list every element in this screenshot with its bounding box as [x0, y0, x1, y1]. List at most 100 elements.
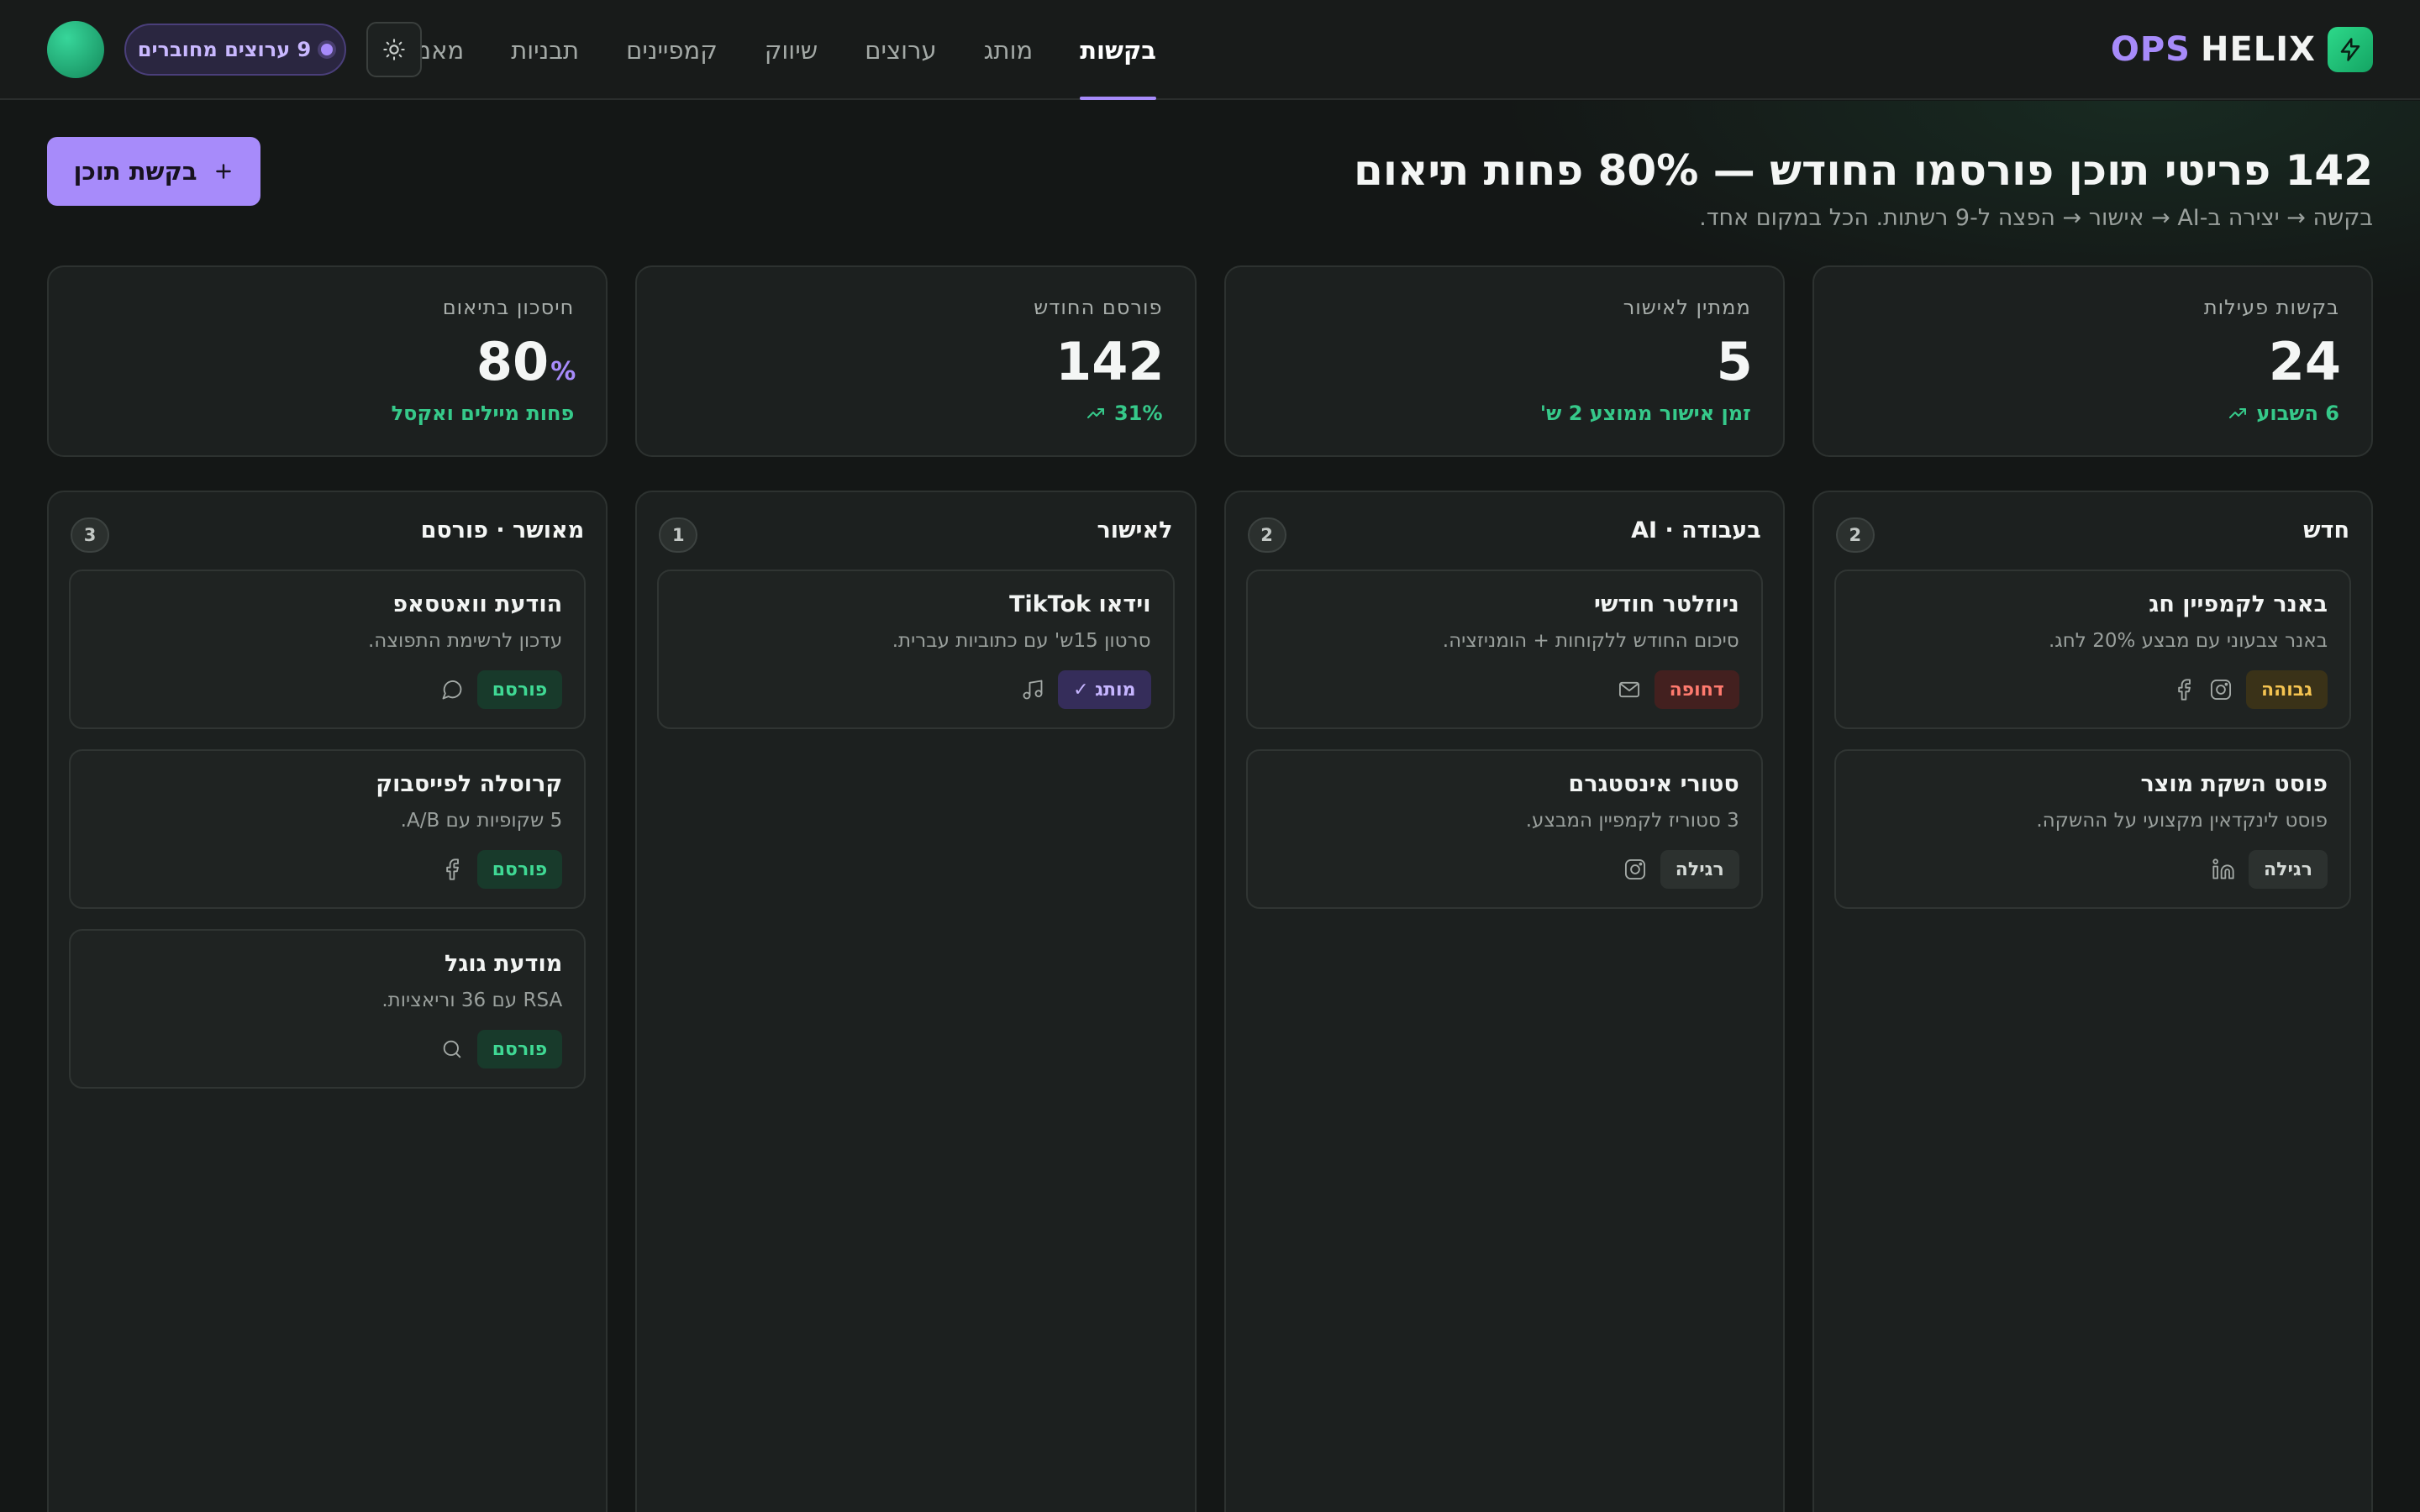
lightning-icon — [2328, 27, 2373, 72]
stat-label: פורסם החודש — [1034, 296, 1163, 319]
card-description: עדכון לרשימת התפוצה. — [367, 630, 563, 652]
kanban-column: לאישור 1 וידאו TikTok סרטון 15ש' עם כתוביות… — [635, 491, 1197, 1512]
column-header: חדש 2 — [1835, 517, 2349, 554]
request-card[interactable]: וידאו TikTok סרטון 15ש' עם כתוביות עברית.… — [657, 570, 1175, 729]
column-count-badge: 1 — [659, 517, 698, 553]
nav-item[interactable]: שיווק — [765, 0, 818, 100]
instagram-icon — [2209, 678, 2233, 701]
status-badge: מותג ✓ — [1058, 670, 1151, 709]
stats-row: בקשות פעילות 24 6 השבוע ממתין לאישור 5 זמן אי… — [47, 265, 2373, 457]
request-card[interactable]: הודעת וואטסאפ עדכון לרשימת התפוצה. פורסם — [69, 570, 587, 729]
card-footer: רגילה — [1623, 850, 1739, 889]
column-header: בעבודה · AI 2 — [1247, 517, 1761, 554]
brand-accent: OPS — [2110, 30, 2191, 69]
status-badge: פורסם — [476, 1030, 563, 1068]
stat-note-text: 31% — [1114, 402, 1163, 425]
request-content-button[interactable]: בקשת תוכן — [47, 137, 260, 206]
nav-item[interactable]: קמפיינים — [626, 0, 718, 100]
stat-number: 142 — [1055, 331, 1165, 392]
page-subtitle: בקשה → יצירה ב-AI → אישור → הפצה ל-9 רשת… — [1699, 205, 2373, 231]
card-description: סיכום החודש ללקוחות + הומניזציה. — [1442, 630, 1739, 652]
column-header: מאושר · פורסם 3 — [71, 517, 584, 554]
request-card[interactable]: קרוסלה לפייסבוק 5 שקופיות עם A/B. פורסם — [69, 749, 587, 909]
main-nav: בקשות מותג ערוצים שיווק קמפיינים תבניות מאמן — [408, 0, 1156, 100]
plus-icon — [213, 160, 234, 182]
card-title: באנר לקמפיין חג — [2149, 591, 2328, 617]
brand-wordmark: OPS HELIX — [2111, 30, 2316, 69]
status-badge: רגילה — [2249, 850, 2328, 889]
mail-icon — [1618, 678, 1641, 701]
kanban-column: בעבודה · AI 2 ניוזלטר חודשי סיכום החודש ללק… — [1223, 491, 1785, 1512]
stat-number: 5 — [1716, 331, 1753, 392]
connected-channels-pill[interactable]: 9 ערוצים מחוברים — [124, 24, 346, 76]
request-card[interactable]: מודעת גוגל RSA עם 36 וריאציות. פורסם — [69, 929, 587, 1089]
kanban-column: מאושר · פורסם 3 הודעת וואטסאפ עדכון לרשימת … — [47, 491, 608, 1512]
theme-toggle-button[interactable] — [366, 22, 422, 77]
column-title: מאושר · פורסם — [420, 517, 585, 543]
card-description: RSA עם 36 וריאציות. — [381, 990, 563, 1011]
stat-number: 80 — [476, 331, 550, 392]
card-footer: פורסם — [440, 850, 563, 889]
nav-item[interactable]: בקשות — [1080, 0, 1156, 100]
stat-note: פחות מיילים ואקסל — [392, 402, 575, 425]
card-list: הודעת וואטסאפ עדכון לרשימת התפוצה. פורסם קר… — [69, 570, 587, 1089]
request-card[interactable]: באנר לקמפיין חג באנר צבעוני עם מבצע 20% ל… — [1833, 570, 2351, 729]
column-count-badge: 3 — [71, 517, 109, 553]
facebook-icon — [2172, 678, 2196, 701]
stat-label: ממתין לאישור — [1623, 296, 1751, 319]
kanban-column: חדש 2 באנר לקמפיין חג באנר צבעוני עם מבצע 2… — [1812, 491, 2373, 1512]
avatar[interactable] — [47, 21, 104, 78]
status-badge: פורסם — [476, 670, 563, 709]
stat-note-text: 6 השבוע — [2256, 402, 2339, 425]
card-list: וידאו TikTok סרטון 15ש' עם כתוביות עברית.… — [657, 570, 1175, 729]
card-title: מודעת גוגל — [445, 951, 563, 977]
top-bar: OPS HELIX בקשות מותג ערוצים שיווק קמפיינים תב… — [0, 0, 2420, 100]
status-badge: פורסם — [476, 850, 563, 889]
stat-card: חיסכון בתיאום 80% פחות מיילים ואקסל — [47, 265, 608, 457]
stat-card: פורסם החודש 142 31% — [635, 265, 1197, 457]
music-note-icon — [1021, 678, 1044, 701]
card-footer: דחופה — [1618, 670, 1739, 709]
card-footer: מותג ✓ — [1021, 670, 1151, 709]
nav-item[interactable]: ערוצים — [865, 0, 936, 100]
card-description: באנר צבעוני עם מבצע 20% לחג. — [2048, 630, 2328, 652]
stat-note: 31% — [1086, 402, 1163, 425]
column-count-badge: 2 — [1247, 517, 1286, 553]
request-card[interactable]: סטורי אינסטגרם 3 סטוריז לקמפיין המבצע. רגי… — [1245, 749, 1763, 909]
card-title: ניוזלטר חודשי — [1594, 591, 1739, 617]
stat-value: 80% — [476, 331, 576, 392]
brand[interactable]: OPS HELIX — [2111, 25, 2373, 74]
request-card[interactable]: ניוזלטר חודשי סיכום החודש ללקוחות + הומני… — [1245, 570, 1763, 729]
nav-item[interactable]: מותג — [984, 0, 1034, 100]
column-title: בעבודה · AI — [1631, 517, 1761, 543]
kanban-board: חדש 2 באנר לקמפיין חג באנר צבעוני עם מבצע 2… — [47, 491, 2373, 1512]
brand-name: HELIX — [2200, 30, 2316, 69]
status-badge: דחופה — [1654, 670, 1739, 709]
stat-value: 5 — [1717, 331, 1753, 392]
trend-up-icon — [2228, 403, 2248, 423]
nav-item[interactable]: תבניות — [511, 0, 579, 100]
page-title: 142 פריטי תוכן פורסמו החודש — 80% פחות ת… — [1354, 146, 2373, 195]
card-footer: רגילה — [2212, 850, 2328, 889]
card-description: סרטון 15ש' עם כתוביות עברית. — [892, 630, 1151, 652]
column-count-badge: 2 — [1835, 517, 1875, 553]
stat-value: 142 — [1055, 331, 1164, 392]
sun-icon — [382, 38, 406, 61]
column-header: לאישור 1 — [659, 517, 1173, 554]
request-content-label: בקשת תוכן — [73, 157, 197, 186]
trend-up-icon — [1086, 403, 1106, 423]
stat-note: 6 השבוע — [2228, 402, 2339, 425]
card-description: פוסט לינקדאין מקצועי על ההשקה. — [2036, 810, 2328, 832]
card-title: וידאו TikTok — [1009, 591, 1151, 617]
stat-note: זמן אישור ממוצע 2 ש' — [1540, 402, 1751, 425]
instagram-icon — [1623, 858, 1647, 881]
stat-unit: % — [550, 357, 576, 386]
status-badge: גבוהה — [2245, 670, 2328, 709]
card-footer: פורסם — [440, 670, 563, 709]
stat-card: ממתין לאישור 5 זמן אישור ממוצע 2 ש' — [1223, 265, 1785, 457]
stat-note-text: זמן אישור ממוצע 2 ש' — [1539, 402, 1751, 425]
request-card[interactable]: פוסט השקת מוצר פוסט לינקדאין מקצועי על הה… — [1833, 749, 2351, 909]
linkedin-icon — [2212, 858, 2235, 881]
stat-label: חיסכון בתיאום — [442, 296, 575, 319]
card-description: 5 שקופיות עם A/B. — [400, 810, 563, 832]
